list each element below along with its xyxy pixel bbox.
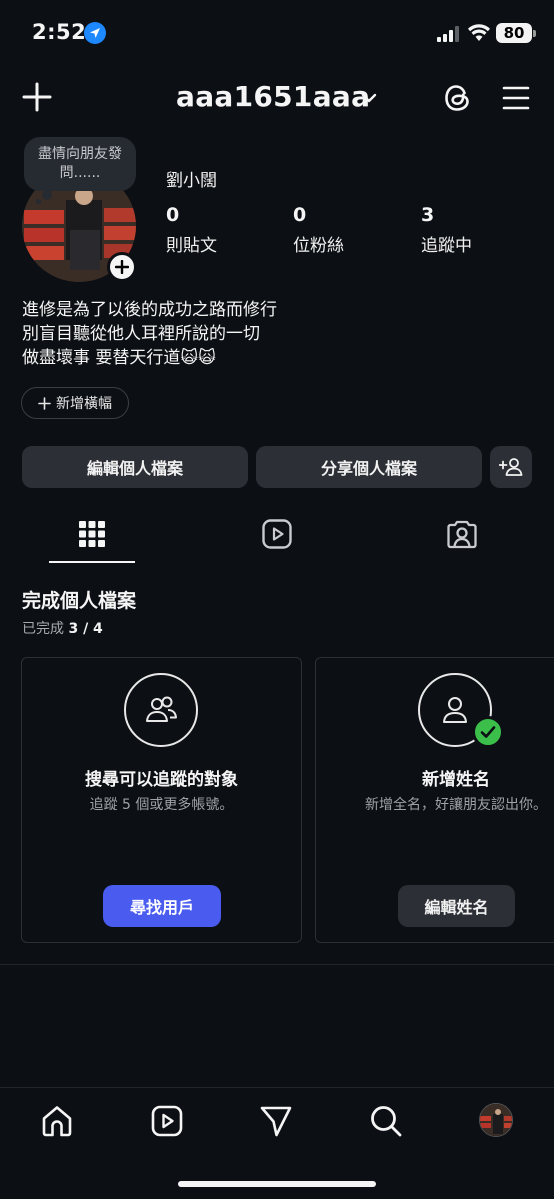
home-icon[interactable] [40,1104,74,1138]
bio-line: 進修是為了以後的成功之路而修行 [22,300,277,320]
add-story-button[interactable] [107,252,137,282]
profile-avatar[interactable] [479,1103,513,1137]
menu-icon[interactable] [502,85,530,111]
edit-profile-button[interactable]: 編輯個人檔案 [22,446,248,488]
plus-icon [115,260,129,274]
section-divider [0,964,554,965]
display-name: 劉小闊 [166,171,217,191]
threads-icon[interactable] [442,82,474,114]
posts-count: 0 [166,204,180,226]
location-arrow-icon [84,22,106,44]
card-title: 搜尋可以追蹤的對象 [85,770,238,790]
people-icon [124,673,198,747]
reels-icon[interactable] [150,1104,184,1138]
bottom-nav-divider [0,1087,554,1088]
plus-icon [38,396,51,410]
add-banner-label: 新增橫幅 [56,396,112,412]
note-bubble-tail-dot [36,199,41,204]
card-description: 新增全名，好讓朋友認出你。 [365,797,547,813]
share-profile-button[interactable]: 分享個人檔案 [256,446,482,488]
followers-label[interactable]: 位粉絲 [293,231,344,256]
discover-people-button[interactable] [490,446,532,488]
search-icon[interactable] [369,1104,403,1138]
bio: 進修是為了以後的成功之路而修行 別盲目聽從他人耳裡所說的一切 做盡壞事 要替天行… [22,298,277,370]
battery-indicator: 80 [496,23,536,43]
bio-line: 別盲目聽從他人耳裡所說的一切 [22,324,260,344]
plus-icon[interactable] [22,82,52,112]
wifi-icon [468,24,490,41]
add-banner-button[interactable]: 新增橫幅 [21,387,129,419]
active-tab-indicator [49,561,135,563]
cellular-signal-icon [437,26,459,42]
following-count[interactable]: 3 [421,204,434,226]
send-icon[interactable] [259,1104,293,1138]
grid-icon[interactable] [76,518,108,550]
followers-count[interactable]: 0 [293,204,306,226]
reels-icon[interactable] [261,518,293,550]
card-description: 追蹤 5 個或更多帳號。 [89,797,234,813]
complete-profile-title: 完成個人檔案 [22,590,137,612]
complete-profile-progress: 已完成 3 / 4 [22,618,103,638]
find-users-button[interactable]: 尋找用戶 [103,885,221,927]
chevron-down-icon[interactable] [361,92,377,104]
following-label[interactable]: 追蹤中 [421,231,472,256]
edit-name-button[interactable]: 編輯姓名 [398,885,515,927]
progress-value: 3 / 4 [68,621,103,637]
status-time: 2:52 [32,20,87,44]
home-indicator[interactable] [178,1181,376,1187]
card-title: 新增姓名 [422,770,490,790]
add-person-icon [499,458,523,476]
posts-label: 則貼文 [166,236,217,256]
progress-prefix: 已完成 [22,621,64,637]
username[interactable]: aaa1651aaa [176,80,370,113]
note-bubble-tail [42,190,52,200]
tagged-icon[interactable] [446,518,478,550]
bio-line: 做盡壞事 要替天行道🙀🙀 [22,348,216,368]
check-icon [472,716,504,748]
note-bubble[interactable]: 盡情向朋友發問...... [24,137,136,191]
